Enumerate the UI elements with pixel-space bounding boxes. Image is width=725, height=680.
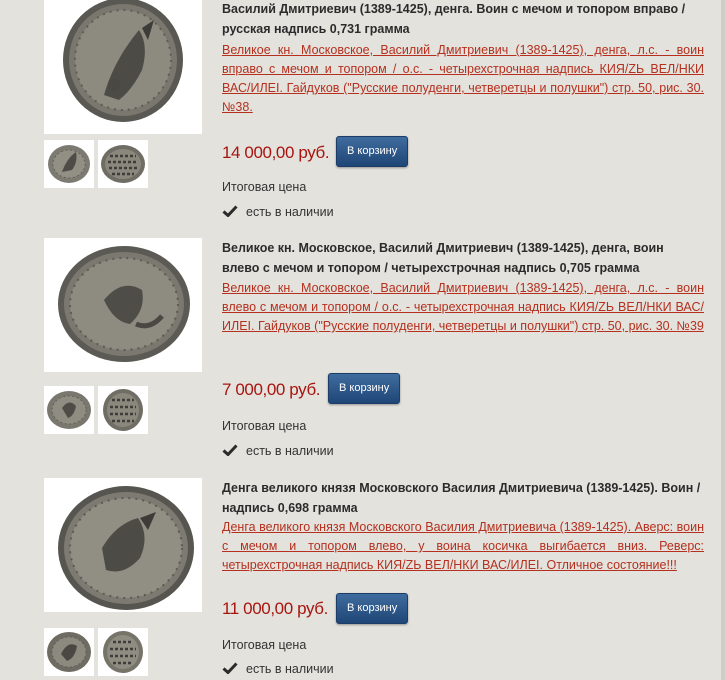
total-price-label: Итоговая цена bbox=[222, 419, 307, 433]
add-to-cart-button[interactable]: В корзину bbox=[336, 593, 409, 624]
coin-reverse-thumb bbox=[101, 145, 145, 183]
product-title[interactable]: Великое кн. Московское, Василий Дмитриев… bbox=[222, 238, 702, 278]
coin-reverse-thumb bbox=[103, 631, 143, 673]
add-to-cart-button[interactable]: В корзину bbox=[336, 136, 409, 167]
total-price-label: Итоговая цена bbox=[222, 180, 307, 194]
page-edge bbox=[721, 0, 725, 680]
product-main-image[interactable] bbox=[44, 0, 202, 134]
product-price: 11 000,00 руб. bbox=[222, 599, 328, 618]
coin-warrior-left-image bbox=[58, 486, 194, 610]
product-price: 14 000,00 руб. bbox=[222, 143, 330, 162]
product-thumb[interactable] bbox=[44, 140, 94, 188]
product-title[interactable]: Денга великого князя Московского Василия… bbox=[222, 478, 702, 518]
product-thumb[interactable] bbox=[98, 140, 148, 188]
coin-obverse-thumb bbox=[47, 391, 91, 429]
checkmark-icon bbox=[222, 444, 240, 456]
add-to-cart-button[interactable]: В корзину bbox=[328, 373, 401, 404]
stock-label: есть в наличии bbox=[246, 205, 334, 219]
product-description-link[interactable]: Великое кн. Московское, Василий Дмитриев… bbox=[222, 279, 704, 336]
product-main-image[interactable] bbox=[44, 478, 202, 612]
checkmark-icon bbox=[222, 662, 240, 674]
product-description-link[interactable]: Великое кн. Московское, Василий Дмитриев… bbox=[222, 41, 704, 117]
product-thumb[interactable] bbox=[44, 386, 94, 434]
checkmark-icon bbox=[222, 205, 240, 217]
product-thumb[interactable] bbox=[98, 628, 148, 676]
stock-status: есть в наличии bbox=[222, 205, 334, 219]
product-main-image[interactable] bbox=[44, 238, 202, 372]
stock-label: есть в наличии bbox=[246, 444, 334, 458]
coin-warrior-left-image bbox=[58, 246, 190, 362]
coin-reverse-thumb bbox=[103, 389, 143, 431]
total-price-label: Итоговая цена bbox=[222, 638, 307, 652]
product-price: 7 000,00 руб. bbox=[222, 380, 321, 399]
stock-status: есть в наличии bbox=[222, 444, 334, 458]
product-title[interactable]: Василий Дмитриевич (1389-1425), денга. В… bbox=[222, 0, 702, 39]
product-thumb[interactable] bbox=[98, 386, 148, 434]
coin-warrior-right-image bbox=[63, 0, 183, 122]
product-list: Василий Дмитриевич (1389-1425), денга. В… bbox=[0, 0, 725, 680]
stock-label: есть в наличии bbox=[246, 662, 334, 676]
stock-status: есть в наличии bbox=[222, 662, 334, 676]
product-description-link[interactable]: Денга великого князя Московского Василия… bbox=[222, 518, 704, 575]
coin-obverse-thumb bbox=[48, 145, 90, 183]
coin-obverse-thumb bbox=[47, 632, 91, 672]
product-thumb[interactable] bbox=[44, 628, 94, 676]
